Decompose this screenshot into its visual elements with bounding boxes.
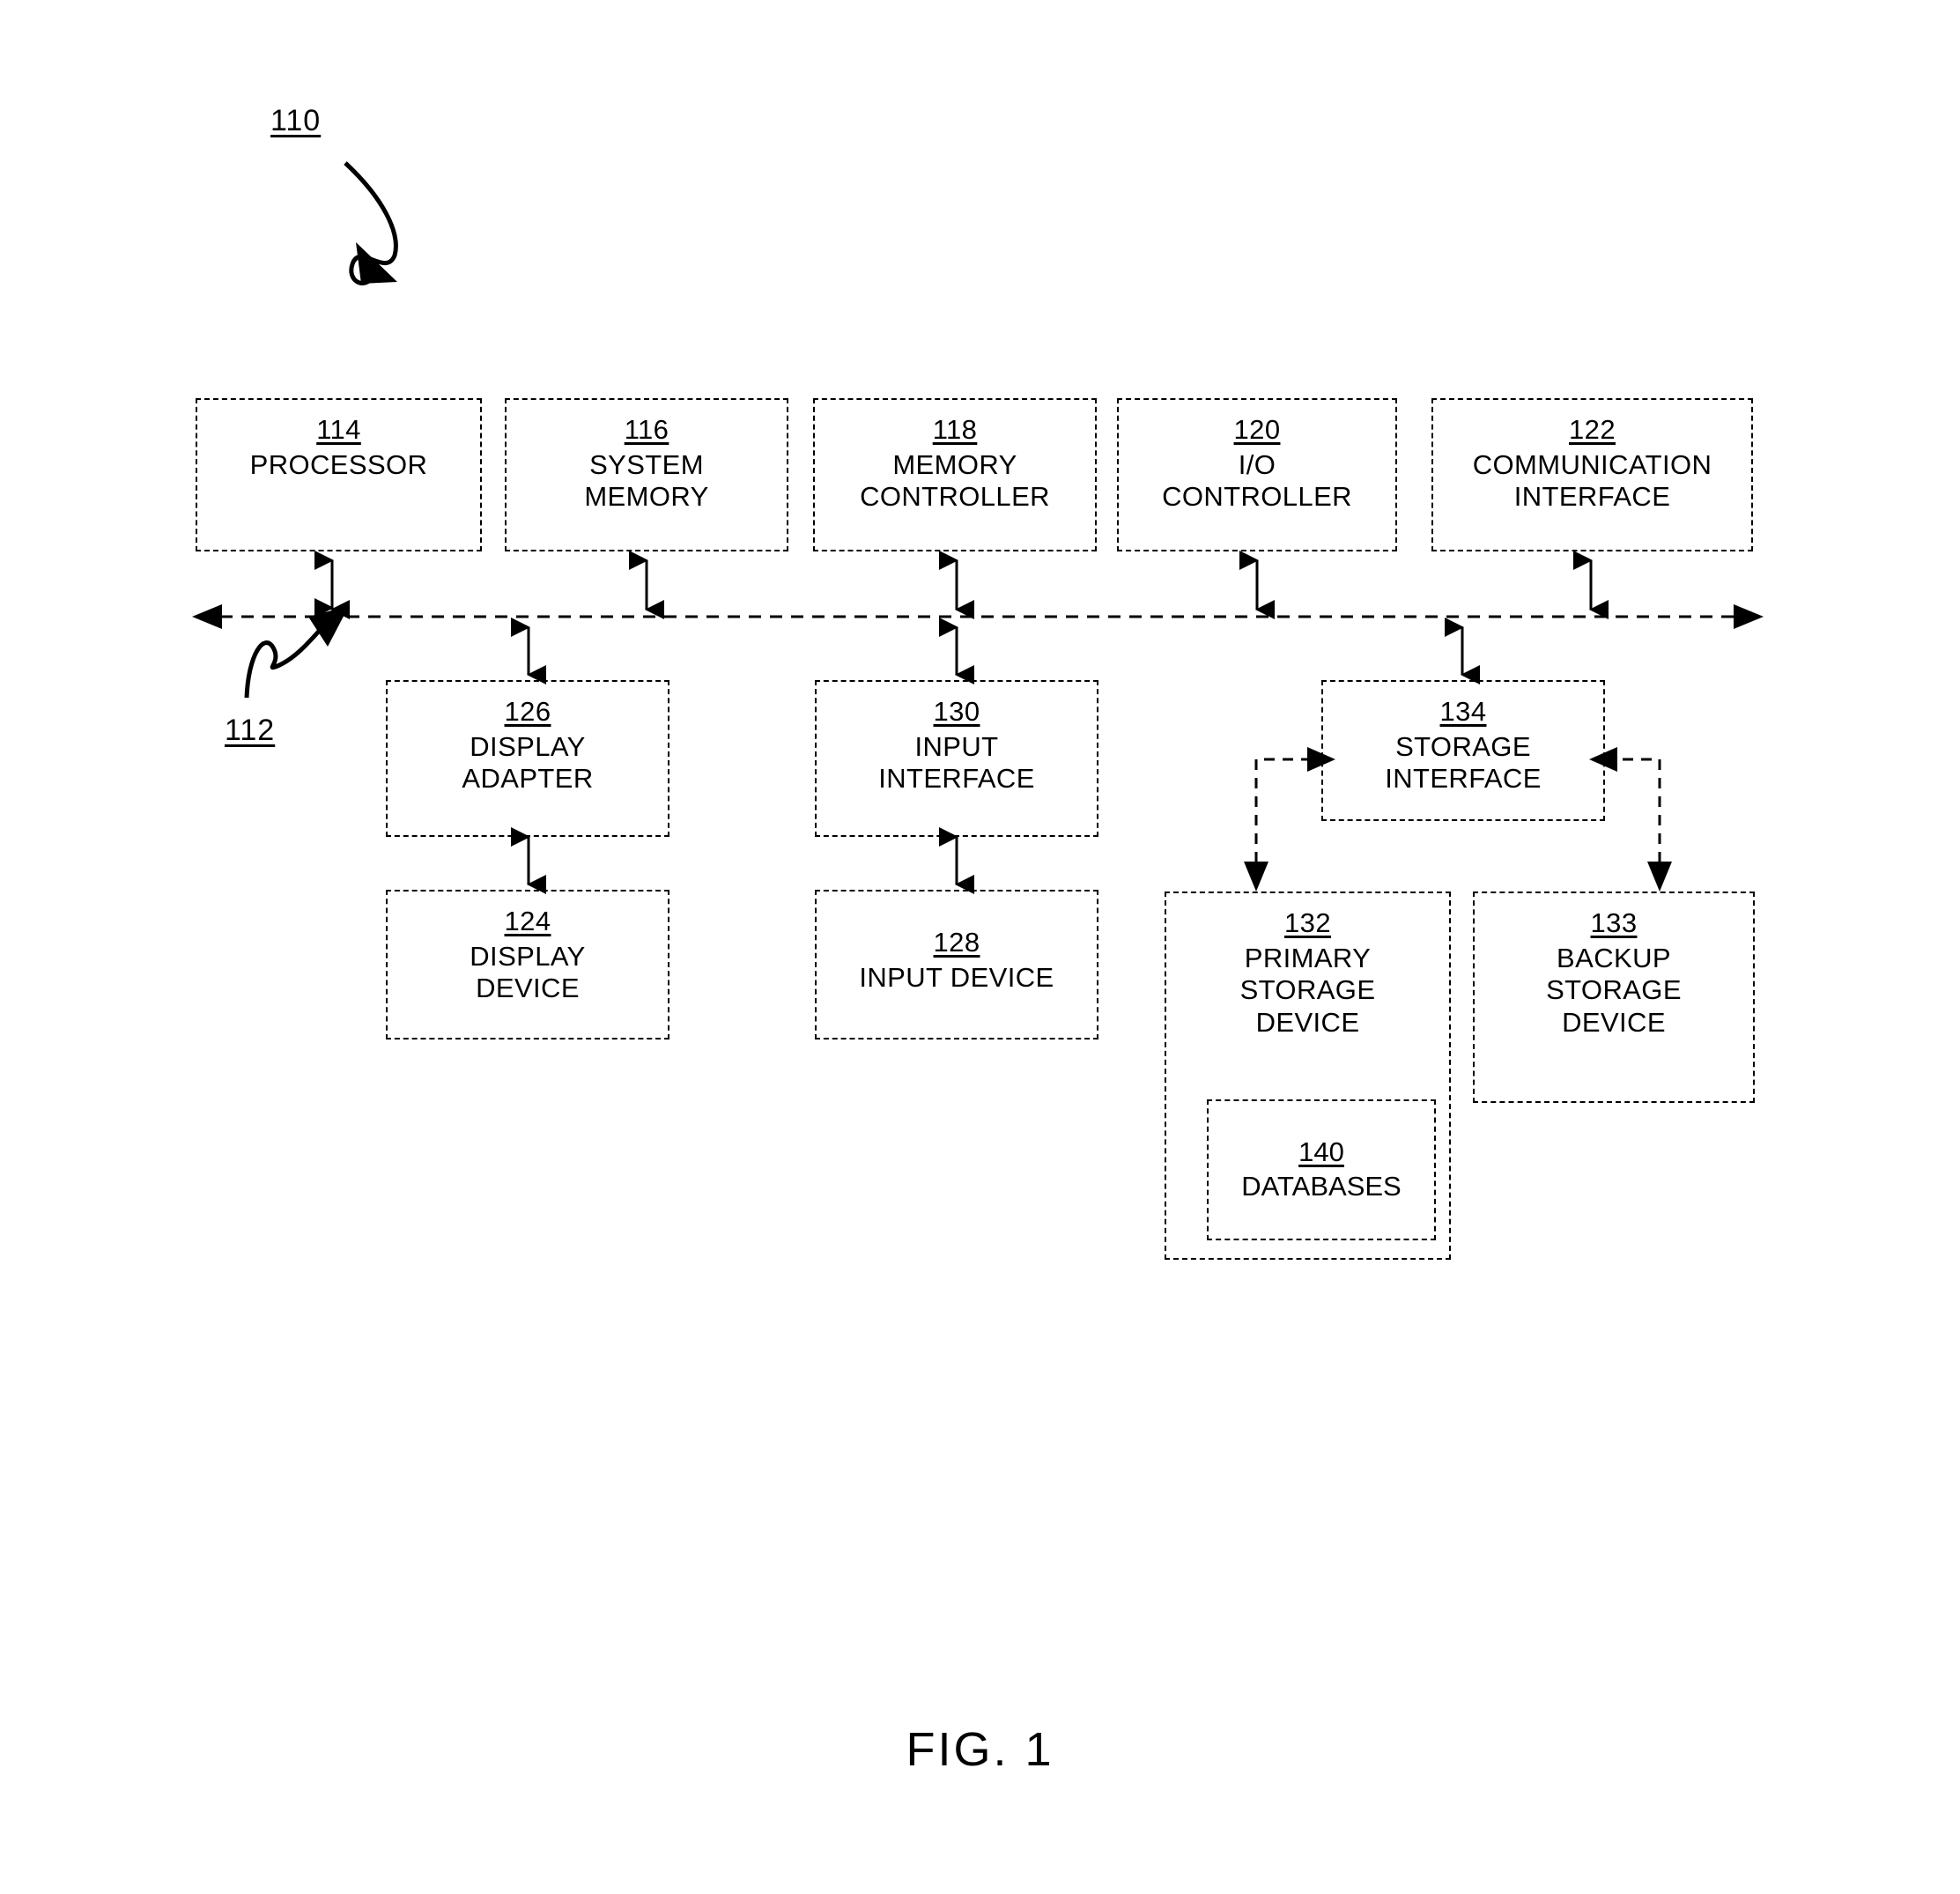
node-primary-storage-device-label: PRIMARY STORAGE DEVICE — [1239, 942, 1376, 1038]
node-system-memory-ref: 116 — [624, 414, 669, 445]
node-communication-interface-label: COMMUNICATION INTERFACE — [1472, 448, 1712, 513]
node-io-controller: 120 I/O CONTROLLER — [1117, 398, 1397, 551]
node-backup-storage-device-label: BACKUP STORAGE DEVICE — [1546, 942, 1682, 1038]
row2-row3-connectors — [511, 827, 974, 894]
node-primary-storage-device-ref: 132 — [1284, 907, 1331, 938]
node-processor-ref: 114 — [316, 414, 361, 445]
leader-112-curve — [244, 625, 324, 699]
node-databases-label: DATABASES — [1241, 1171, 1402, 1202]
node-storage-interface-label: STORAGE INTERFACE — [1385, 730, 1542, 795]
patent-figure-1: 110 112 114 PROCESSOR 116 SYSTEM MEMORY … — [0, 0, 1960, 1894]
node-input-interface: 130 INPUT INTERFACE — [815, 680, 1098, 837]
figure-caption: FIG. 1 — [906, 1723, 1054, 1776]
node-processor: 114 PROCESSOR — [196, 398, 482, 551]
node-io-controller-label: I/O CONTROLLER — [1162, 448, 1352, 513]
node-memory-controller-label: MEMORY CONTROLLER — [860, 448, 1050, 513]
node-system-memory-label: SYSTEM MEMORY — [584, 448, 709, 513]
bus-reference-numeral: 112 — [225, 714, 276, 747]
node-input-device-ref: 128 — [933, 927, 980, 958]
leader-112-arrowhead — [308, 606, 349, 647]
arrowhead-into-backupstorage — [1647, 862, 1672, 892]
node-display-adapter-label: DISPLAY ADAPTER — [462, 730, 594, 795]
arrowhead-into-primarystorage — [1244, 862, 1268, 892]
node-display-device: 124 DISPLAY DEVICE — [386, 890, 669, 1039]
bus-left-arrowhead — [192, 604, 222, 629]
node-communication-interface: 122 COMMUNICATION INTERFACE — [1431, 398, 1753, 551]
node-processor-label: PROCESSOR — [249, 448, 428, 480]
system-bus-line — [192, 604, 1764, 629]
node-memory-controller: 118 MEMORY CONTROLLER — [813, 398, 1097, 551]
node-display-adapter: 126 DISPLAY ADAPTER — [386, 680, 669, 837]
node-io-controller-ref: 120 — [1233, 414, 1281, 445]
node-display-device-label: DISPLAY DEVICE — [470, 940, 586, 1004]
node-input-device-label: INPUT DEVICE — [859, 961, 1054, 993]
node-storage-interface-ref: 134 — [1439, 696, 1487, 727]
leader-112 — [244, 606, 349, 699]
system-reference-numeral: 110 — [270, 104, 322, 137]
bus-connectors-bottom — [511, 618, 1480, 684]
bus-right-arrowhead — [1734, 604, 1764, 629]
node-databases: 140 DATABASES — [1207, 1099, 1436, 1240]
node-input-interface-ref: 130 — [933, 696, 980, 727]
leader-110 — [344, 161, 398, 285]
node-storage-interface: 134 STORAGE INTERFACE — [1321, 680, 1605, 821]
node-communication-interface-ref: 122 — [1569, 414, 1616, 445]
bus-connectors-top — [314, 551, 1609, 619]
node-input-interface-label: INPUT INTERFACE — [878, 730, 1035, 795]
node-backup-storage-device-ref: 133 — [1590, 907, 1638, 938]
node-input-device: 128 INPUT DEVICE — [815, 890, 1098, 1039]
node-display-adapter-ref: 126 — [504, 696, 551, 727]
node-databases-ref: 140 — [1298, 1136, 1344, 1168]
node-system-memory: 116 SYSTEM MEMORY — [505, 398, 788, 551]
node-display-device-ref: 124 — [504, 906, 551, 936]
node-memory-controller-ref: 118 — [932, 414, 978, 445]
node-backup-storage-device: 133 BACKUP STORAGE DEVICE — [1473, 892, 1755, 1103]
